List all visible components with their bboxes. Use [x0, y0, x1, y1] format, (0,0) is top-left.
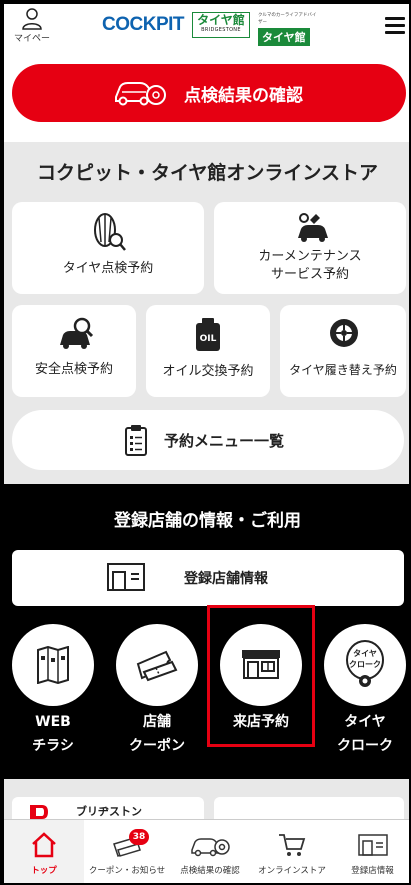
tire-cloak-button[interactable]: タイヤ クローク: [324, 624, 406, 706]
header: マイページ COCKPIT タイヤ館 BRIDGESTONE クルマのカーライフ…: [4, 4, 409, 57]
store-coupon-label-2: クーポン: [129, 738, 185, 754]
tire-change-card[interactable]: タイヤ履き替え予約: [280, 305, 406, 397]
tire-cloak-label-1: タイヤ: [344, 714, 386, 730]
flyer-icon: [37, 646, 69, 684]
banner-section: ブリヂストン: [4, 779, 409, 827]
oil-change-card[interactable]: OIL オイル交換予約: [146, 305, 270, 397]
home-icon: [32, 832, 56, 858]
tirekan-logo-2-text: タイヤ館: [258, 28, 310, 46]
check-result-button[interactable]: 点検結果の確認: [12, 64, 406, 122]
app-frame: マイページ COCKPIT タイヤ館 BRIDGESTONE クルマのカーライフ…: [0, 0, 411, 885]
tire-cloak-icon-text-1: タイヤ: [353, 648, 377, 658]
safety-inspection-card[interactable]: 安全点検予約: [12, 305, 136, 397]
web-flyer-label-2: チラシ: [32, 738, 74, 754]
store-coupon-button[interactable]: [116, 624, 198, 706]
oil-change-label: オイル交換予約: [162, 364, 254, 379]
tire-wheel-icon: [330, 319, 358, 347]
nav-top[interactable]: トップ: [4, 820, 84, 883]
oil-icon-text: OIL: [200, 334, 217, 344]
tire-cloak-icon-text-2: クローク: [349, 659, 381, 669]
clipboard-list-icon: [125, 425, 147, 456]
car-maintenance-icon: [298, 213, 328, 242]
tire-inspection-card[interactable]: タイヤ点検予約: [12, 202, 204, 294]
store-front-icon: [358, 834, 388, 856]
nav-coupon-news-label: クーポン・お知らせ: [88, 866, 166, 876]
tirekan-logo-text: タイヤ館: [197, 13, 245, 27]
highlight-annotation: [207, 605, 315, 747]
tire-cloak-label: タイヤ クローク: [310, 710, 409, 758]
reservation-menu-list-label: 予約メニュー一覧: [164, 432, 285, 450]
nav-online-store[interactable]: オンラインストア: [250, 820, 334, 883]
oil-can-icon: OIL: [196, 318, 220, 351]
nav-registered-store-label: 登録店情報: [351, 866, 394, 876]
safety-inspection-label: 安全点検予約: [34, 362, 113, 377]
nav-registered-store[interactable]: 登録店情報: [334, 820, 409, 883]
shopping-cart-icon: [279, 834, 306, 856]
tirekan-logo-2: クルマのカーライフアドバイザー タイヤ館: [258, 12, 318, 46]
registered-store-title: 登録店舗の情報・ご利用: [114, 511, 301, 531]
tire-cloak-label-2: クローク: [337, 738, 393, 754]
check-result-label: 点検結果の確認: [184, 86, 303, 106]
tire-cloak-icon: タイヤ クローク: [346, 640, 384, 687]
store-front-icon: [107, 563, 145, 591]
reservation-menu-list-button[interactable]: 予約メニュー一覧: [12, 410, 404, 470]
store-coupon-label-1: 店舗: [143, 714, 171, 730]
car-maintenance-card[interactable]: カーメンテナンス サービス予約: [214, 202, 406, 294]
bottom-nav: トップ 38 クーポン・お知らせ 点検結果の確認 オンラインストア 登録店情報: [4, 819, 409, 883]
car-maintenance-label-1: カーメンテナンス: [258, 249, 362, 264]
registered-store-info-button[interactable]: 登録店舗情報: [12, 550, 404, 606]
tirekan-tagline: クルマのカーライフアドバイザー: [258, 13, 317, 25]
result-section: 点検結果の確認: [4, 46, 409, 142]
online-store-title: コクピット・タイヤ館オンラインストア: [36, 162, 379, 184]
tire-inspection-icon: [94, 213, 126, 251]
hamburger-menu-icon[interactable]: [385, 17, 405, 34]
user-icon: [22, 8, 42, 30]
online-store-section: コクピット・タイヤ館オンラインストア タイヤ点検予約 カーメンテナンス サービス…: [4, 142, 409, 484]
nav-check-result-label: 点検結果の確認: [180, 866, 240, 876]
store-coupon-label: 店舗 クーポン: [102, 710, 212, 758]
bridgestone-banner-text: ブリヂストン: [76, 805, 142, 818]
registered-store-info-label: 登録店舗情報: [184, 571, 268, 587]
web-flyer-button[interactable]: [12, 624, 94, 706]
nav-coupon-news[interactable]: 38 クーポン・お知らせ: [84, 820, 170, 883]
coupon-ticket-icon: [136, 650, 178, 682]
car-inspection-icon: [115, 82, 166, 106]
nav-check-result[interactable]: 点検結果の確認: [170, 820, 250, 883]
car-maintenance-label-2: サービス予約: [270, 267, 349, 282]
car-inspection-icon: [191, 838, 230, 857]
safety-inspection-icon: [60, 317, 94, 349]
tire-change-label: タイヤ履き替え予約: [289, 363, 397, 377]
nav-online-store-label: オンラインストア: [258, 866, 326, 876]
tire-inspection-label: タイヤ点検予約: [62, 261, 154, 276]
web-flyer-label: WEB チラシ: [2, 710, 108, 758]
tirekan-logo: タイヤ館 BRIDGESTONE: [192, 12, 250, 38]
coupon-count-badge: 38: [129, 829, 149, 845]
nav-top-label: トップ: [31, 866, 57, 876]
bridgestone-logo-text: BRIDGESTONE: [201, 27, 241, 33]
web-flyer-label-1: WEB: [35, 714, 71, 730]
cockpit-logo: COCKPIT: [102, 14, 185, 35]
